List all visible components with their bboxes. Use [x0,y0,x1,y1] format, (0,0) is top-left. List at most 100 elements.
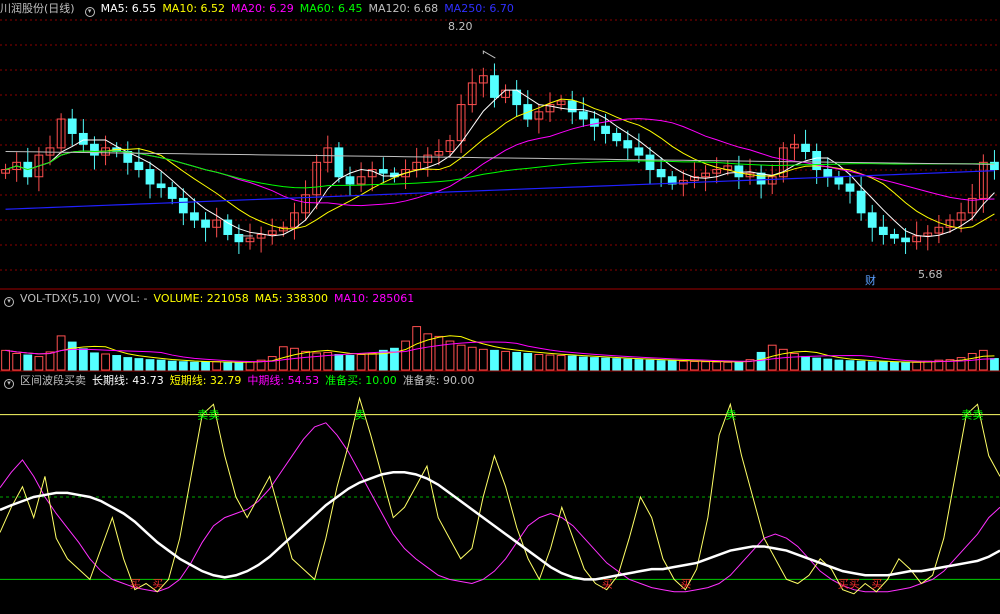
candle-down [190,212,199,221]
candle-down [990,161,999,171]
volume-bar [301,350,310,371]
volume-bar [656,360,666,371]
volume-header: ▾ VOL-TDX(5,10) VVOL: - VOLUME: 221058 MA5: … [0,290,420,308]
volume-bar [878,361,888,371]
volume-bar [567,355,577,371]
main-panel: 川润股份(日线) ▾ MA5: 6.55 MA10: 6.52 MA20: 6.29 MA… [0,0,1000,290]
indicator-panel: ▾ 区间波段买卖 长期线: 43.73 短期线: 32.79 中期线: 54.53 准备买… [0,372,1000,614]
volume-bar [534,354,544,371]
volume-bar [345,355,355,371]
volume-bar [312,352,322,371]
volume-bar [756,351,766,371]
candle-down [167,187,177,199]
volume-bar [712,361,722,371]
short-label: 短期线: 32.79 [169,374,242,387]
candle-down [378,169,388,174]
indicator-chart[interactable]: 买买卖卖卖买 买卖买买买卖卖 [0,372,1000,614]
settings-circle-icon[interactable]: ▾ [84,7,95,17]
volume-bar [23,354,33,371]
candle-down [856,190,866,214]
volume-bar [123,357,133,371]
volume-bar [234,362,244,371]
sell-mark: 卖 [725,409,736,422]
ma5-label: MA5: 6.55 [100,2,157,15]
volume-bar [801,356,810,371]
volume-bar [623,358,633,371]
candle-down [901,237,910,243]
candlestick-chart[interactable] [0,0,1000,290]
buy-label: 准备买: 10.00 [325,374,397,387]
settings-circle-icon[interactable]: ▾ [4,379,14,389]
mid-term-line [0,422,1000,593]
ind-name: 区间波段买卖 [20,374,86,387]
volume-bar [334,354,344,371]
vol-name: VOL-TDX(5,10) [20,292,101,305]
volume-bar [367,352,377,371]
long-term-line [0,471,1000,581]
volume-panel: ▾ VOL-TDX(5,10) VVOL: - VOLUME: 221058 MA5: … [0,290,1000,372]
candle-down [156,183,166,189]
volume-bar [912,361,922,371]
candle-down [578,111,588,120]
candle-down [890,233,899,239]
stock-title: 川润股份(日线) [0,2,75,15]
candle-down [812,151,822,171]
volume-bar [701,361,710,371]
volume-bar [145,359,155,371]
volume-bar [56,335,66,371]
candle-down [823,169,833,178]
ma60-label: MA60: 6.45 [299,2,363,15]
candle-down [134,161,144,171]
volume-bar [845,360,855,371]
candle-down [756,172,766,185]
buy-mark: 买 [602,577,613,590]
volume-bar [156,359,166,371]
volume-bar [45,351,55,371]
volume-bar [690,360,699,371]
cai-finance-icon[interactable]: 财 [865,272,876,288]
sell-mark: 卖 [197,409,208,422]
candle-down [734,165,744,178]
volume-bar [134,358,144,371]
candle-down [201,219,210,228]
volume-bar [645,359,655,371]
volume-bar [578,356,588,371]
volume-bar [778,348,788,371]
volume-bar [401,340,410,371]
volume-bar [190,361,199,371]
low-price-label: 5.68 [918,268,943,281]
candle-down [223,219,233,235]
volume-bar [456,344,466,371]
candle-down [656,169,666,178]
volume-bar [167,360,177,371]
high-marker [482,50,496,59]
candle-down [590,118,599,127]
candle-down [878,226,888,235]
sell-mark: 卖 [208,409,219,422]
volume-bar [445,340,455,371]
candle-down [567,100,577,113]
buy-mark: 买 [130,577,141,590]
volume-bar [34,356,44,371]
ma20-label: MA20: 6.29 [231,2,294,15]
sell-mark: 卖 [961,409,972,422]
ma250-label: MA250: 6.70 [444,2,514,15]
ma10-label: MA10: 6.52 [162,2,226,15]
main-header: 川润股份(日线) ▾ MA5: 6.55 MA10: 6.52 MA20: 6.29 MA… [0,0,520,18]
volume-bar [12,352,22,371]
candle-down [623,140,633,149]
candle-down [867,212,877,228]
buy-mark: 买 [838,577,849,590]
volume-bar [990,358,999,371]
volume-bar [590,357,599,371]
volume-bar [67,341,77,371]
candle-down [90,143,99,156]
candle-down [845,183,855,192]
buy-mark: 买 [871,577,882,590]
volume-bar [734,361,744,371]
volume-bar [812,357,822,371]
candle-down [612,132,622,142]
candle-down [634,147,644,156]
settings-circle-icon[interactable]: ▾ [4,297,14,307]
sell-mark: 卖 [355,409,366,422]
